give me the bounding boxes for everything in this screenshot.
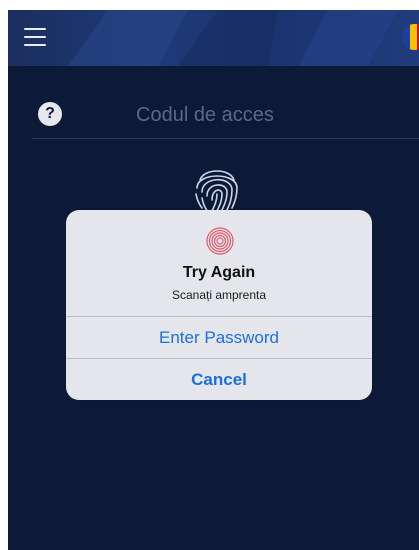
romanian-flag-icon[interactable]: [403, 24, 419, 50]
alert-message: Scanați amprenta: [171, 288, 267, 302]
fingerprint-icon: [206, 227, 234, 255]
touch-id-alert: Try Again Scanați amprenta Enter Passwor…: [66, 210, 372, 400]
enter-password-button[interactable]: Enter Password: [66, 316, 372, 359]
app-screen: ? Codul de acces Try Again Scanați ampre…: [8, 10, 419, 550]
app-header: [8, 10, 419, 66]
alert-title: Try Again: [182, 264, 256, 281]
question-mark-icon[interactable]: ?: [38, 102, 62, 126]
access-code-placeholder: Codul de acces: [136, 104, 274, 126]
header-decoration: [68, 10, 398, 66]
access-code-field[interactable]: ? Codul de acces: [32, 90, 419, 139]
cancel-button[interactable]: Cancel: [66, 358, 372, 400]
hamburger-menu-icon[interactable]: [24, 28, 46, 46]
fingerprint-icon[interactable]: [192, 162, 242, 216]
